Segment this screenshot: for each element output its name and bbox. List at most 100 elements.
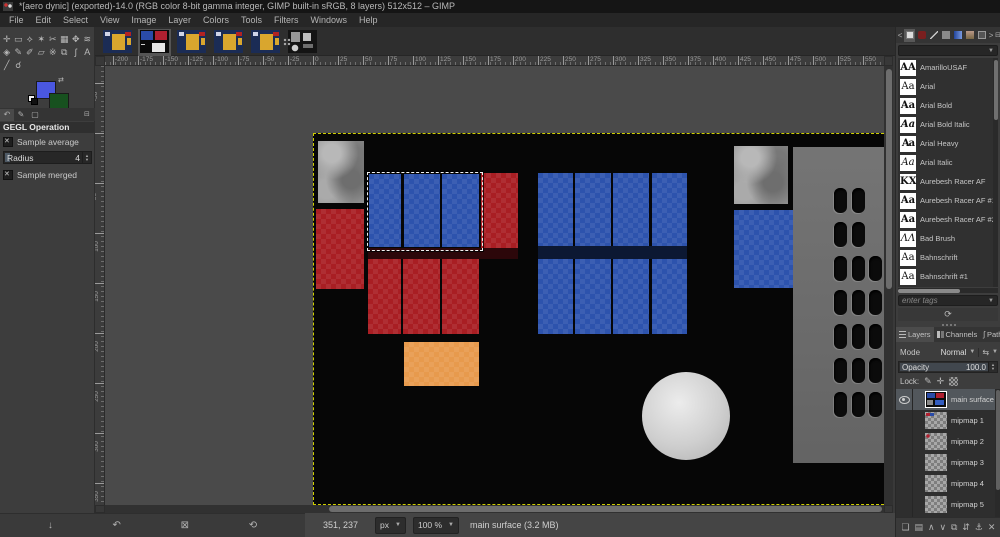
link-cell[interactable] [912,410,923,431]
free-select-tool-icon[interactable]: ⟡ [24,33,36,46]
font-list-item[interactable]: AaBahnschrift [898,248,998,267]
font-list-horizontal-scrollbar-thumb[interactable] [898,289,960,293]
link-cell[interactable] [912,431,923,452]
link-cell[interactable] [912,389,923,410]
link-cell[interactable] [912,452,923,473]
anchor-layer-button[interactable]: ⚓ [975,522,983,533]
brushes-tab-icon[interactable] [916,29,927,42]
font-list-item[interactable]: AaArial Heavy [898,134,998,153]
duplicate-layer-button[interactable]: ⧉ [951,522,957,533]
image-tab-1[interactable] [101,29,134,56]
navigation-preview-button[interactable] [884,505,893,513]
sample-average-checkbox[interactable] [3,137,13,147]
canvas-image[interactable] [313,133,884,505]
quick-mask-toggle[interactable] [95,505,105,513]
layer-row[interactable]: main surface [896,389,1000,410]
layer-thumbnail[interactable] [925,475,947,492]
vertical-ruler[interactable]: -50050100150200250300350 [95,66,105,505]
canvas-horizontal-scrollbar[interactable] [105,505,884,513]
menu-edit[interactable]: Edit [30,13,58,27]
merge-layer-button[interactable]: ⇵ [962,522,970,533]
tab-channels[interactable]: Channels [934,327,981,342]
image-tab-4[interactable] [212,29,245,56]
unified-transform-tool-icon[interactable]: ▦ [59,33,71,46]
radius-spinner[interactable]: ▲▼ [82,152,91,163]
layer-row[interactable]: mipmap 2 [896,431,1000,452]
clone-tool-icon[interactable]: ⧉ [59,46,71,59]
layer-thumbnail[interactable] [925,391,947,408]
zoom-select[interactable]: 100 % ▼ [413,517,459,534]
palettes-tab-icon[interactable] [964,29,975,42]
tab-paths[interactable]: ʃPaths [980,327,1000,342]
font-list-item[interactable]: AaArial Italic [898,153,998,172]
tags-input[interactable]: enter tags ▼ [898,295,998,306]
opacity-slider[interactable]: Opacity 100.0 ▲▼ [898,361,998,373]
handle-transform-tool-icon[interactable]: ✥ [70,33,82,46]
chevron-down-icon[interactable]: ▼ [969,349,975,355]
dock-tabs-scroll-right-icon[interactable]: > [988,31,994,40]
font-list-item[interactable]: AAAmarilloUSAF [898,58,998,77]
chevron-down-icon[interactable]: ▼ [992,349,998,355]
font-list-item[interactable]: ΛΛBad Brush [898,229,998,248]
visibility-cell[interactable] [896,396,912,404]
measure-tool-icon[interactable]: ╱ [1,59,13,72]
new-layer-group-button[interactable]: ▤ [914,522,923,533]
raise-layer-button[interactable]: ∧ [928,522,935,533]
warp-transform-tool-icon[interactable]: ≋ [82,33,94,46]
menu-image[interactable]: Image [125,13,162,27]
zoom-follow-window-button[interactable] [884,56,893,66]
font-list-item[interactable]: AaBahnschrift #1 [898,267,998,286]
image-tab-3[interactable] [175,29,208,56]
canvas-vertical-scrollbar[interactable] [884,66,893,505]
menu-view[interactable]: View [94,13,125,27]
restore-tool-preset-button[interactable]: ↶ [113,520,121,531]
font-list-item[interactable]: AaArial Bold Italic [898,115,998,134]
new-layer-button[interactable]: ❑ [901,522,909,533]
move-tool-icon[interactable]: ✛ [1,33,13,46]
link-cell[interactable] [912,473,923,494]
gradients-tab-icon[interactable] [952,29,963,42]
image-list-icon[interactable] [283,38,292,47]
layer-thumbnail[interactable] [925,454,947,471]
selection-marching-ants[interactable] [367,172,483,251]
font-list-item[interactable]: AaArial Bold [898,96,998,115]
layer-thumbnail[interactable] [925,412,947,429]
font-list-scrollbar-thumb[interactable] [994,60,998,120]
mode-select[interactable]: Normal [941,348,967,357]
layer-list-scrollbar-thumb[interactable] [996,390,1000,490]
font-list-scrollbar[interactable] [993,58,998,287]
paths-tool-icon[interactable]: ʃ [70,46,82,59]
zoom-tool-icon[interactable]: ☌ [13,59,25,72]
menu-windows[interactable]: Windows [304,13,353,27]
menu-layer[interactable]: Layer [162,13,197,27]
save-tool-preset-button[interactable]: ↓ [48,520,53,531]
device-status-tab-icon[interactable]: ✎ [14,109,28,121]
paintbrush-tool-icon[interactable]: ✐ [24,46,36,59]
opacity-spinner[interactable]: ▲▼ [988,362,997,372]
image-tab-2[interactable] [138,29,171,56]
lock-position-icon[interactable]: ✛ [937,376,945,387]
radius-slider[interactable]: Radius 4 ▲▼ [3,151,92,164]
menu-help[interactable]: Help [353,13,384,27]
ruler-corner-button[interactable] [95,56,105,66]
tool-options-menu-icon[interactable]: ⊟ [84,110,90,118]
crop-tool-icon[interactable]: ✂ [47,33,59,46]
font-list-horizontal-scrollbar[interactable] [898,288,998,293]
font-list-item[interactable]: ΚΧAurebesh Racer AF [898,172,998,191]
font-list-item[interactable]: AaArial [898,77,998,96]
swap-colors-icon[interactable]: ⇄ [58,76,64,84]
link-cell[interactable] [912,494,923,515]
bucket-fill-tool-icon[interactable]: ◈ [1,46,13,59]
horizontal-scrollbar-thumb[interactable] [329,506,882,512]
layer-thumbnail[interactable] [925,433,947,450]
mode-space-switch-icon[interactable]: ⇆ [978,348,989,357]
delete-tool-preset-button[interactable]: ⊠ [181,520,189,531]
mypaint-brushes-tab-icon[interactable] [928,29,939,42]
font-list-item[interactable]: AaAurebesh Racer AF #2 [898,210,998,229]
document-history-tab-icon[interactable] [976,29,987,42]
horizontal-ruler[interactable]: -200-175-150-125-100-75-50-2502550751001… [105,56,884,66]
delete-layer-button[interactable]: ✕ [988,522,996,533]
refresh-icon[interactable]: ⟳ [944,309,952,320]
layer-row[interactable]: mipmap 3 [896,452,1000,473]
layer-thumbnail[interactable] [925,496,947,513]
